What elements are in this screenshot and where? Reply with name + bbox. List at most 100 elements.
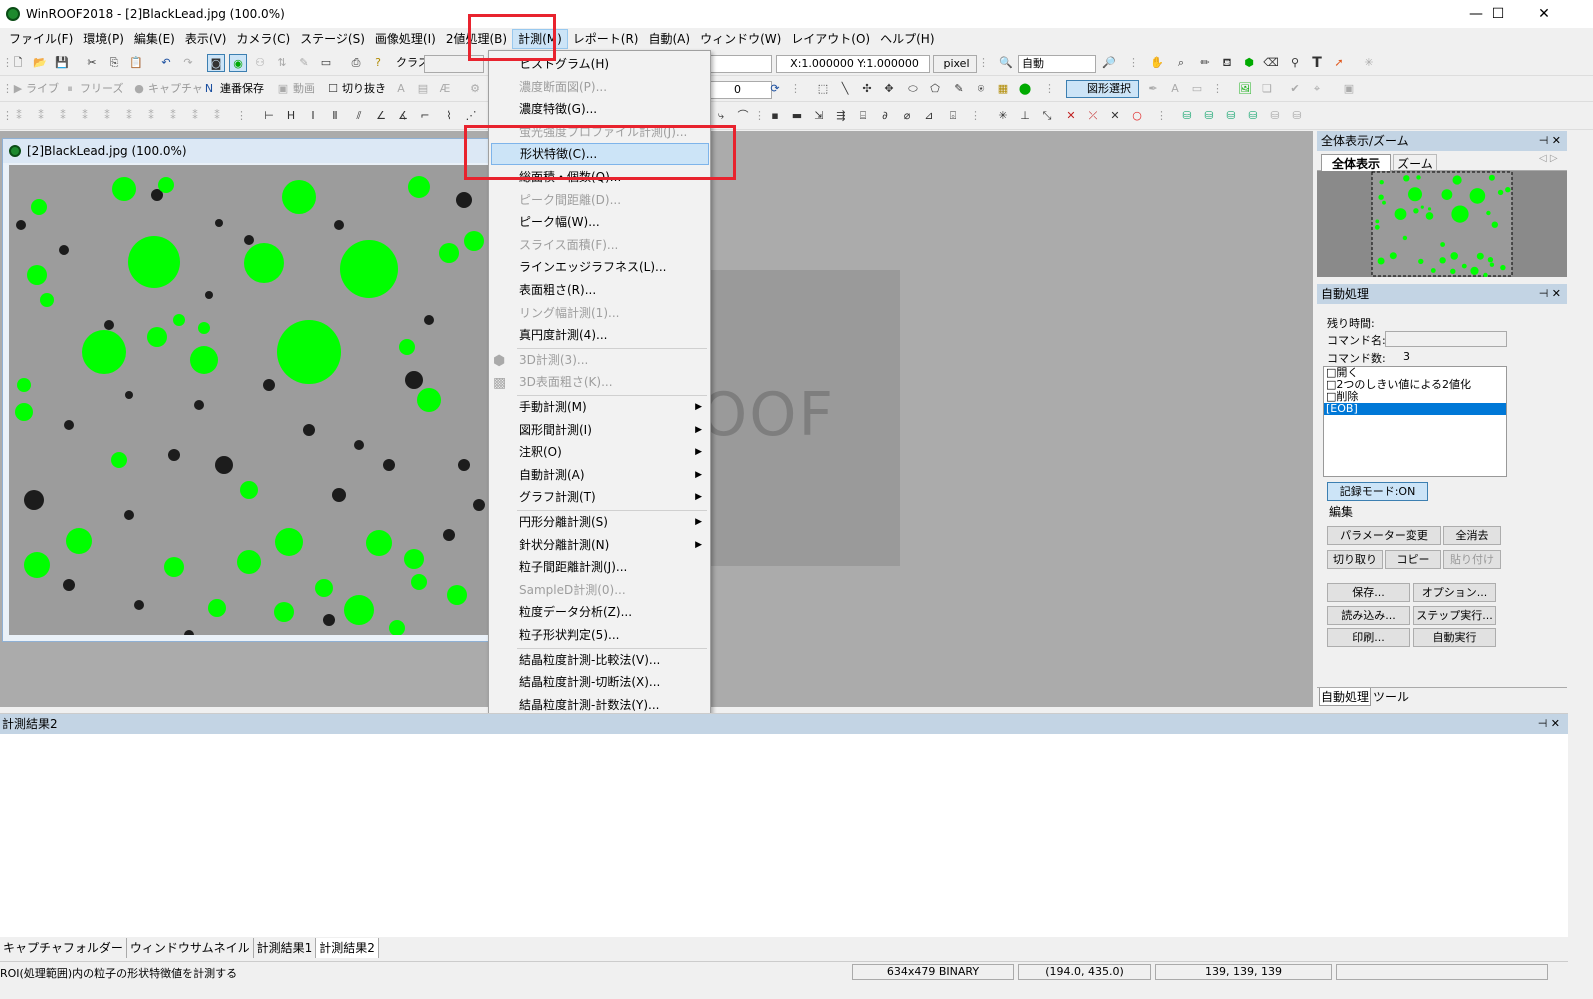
menu-item-13[interactable]: ヘルプ(H) [875, 29, 939, 49]
analyze-4-icon[interactable]: ⛁ [1244, 107, 1262, 125]
hand-icon[interactable]: ✋ [1148, 54, 1166, 72]
measure-curve-icon[interactable]: ⌒ [734, 107, 752, 125]
cross-icon[interactable]: ✣ [858, 80, 876, 98]
measure-menu-item-27[interactable]: 結晶粒度計測-切断法(X)... [489, 671, 710, 693]
ellipse-icon[interactable]: ⬭ [904, 80, 922, 98]
measure-menu-item-14[interactable]: 3D表面粗さ(K)... [489, 371, 710, 393]
measure-menu-item-18[interactable]: 自動計測(A) ▶ [489, 464, 710, 486]
command-list-item[interactable]: [EOB] [1324, 403, 1506, 415]
bottom-tab-2[interactable]: 計測結果1 [254, 938, 317, 958]
freeze-button[interactable]: フリーズ [80, 80, 123, 98]
eraser-icon[interactable]: ⌫ [1262, 54, 1280, 72]
auto-run-button[interactable]: 自動実行 [1413, 628, 1496, 647]
text-box-icon[interactable]: ▤ [414, 80, 432, 98]
save-button[interactable]: 保存... [1327, 583, 1410, 602]
measure-menu-item-17[interactable]: 注釈(O) ▶ [489, 441, 710, 463]
measure-menu-item-1[interactable]: 濃度断面図(P)... [489, 76, 710, 98]
mark-cross-icon[interactable]: ✕ [1106, 107, 1124, 125]
green-eraser-icon[interactable]: ⬢ [1240, 54, 1258, 72]
binary-op-1-icon[interactable]: ⁑ [10, 107, 28, 125]
measure-h-icon[interactable]: H [282, 107, 300, 125]
annot-9-icon[interactable]: ⌻ [944, 107, 962, 125]
measure-menu-item-19[interactable]: グラフ計測(T) ▶ [489, 486, 710, 508]
mark-perp-icon[interactable]: ⊥ [1016, 107, 1034, 125]
tab-zoom[interactable]: ズーム [1393, 154, 1437, 171]
menu-item-0[interactable]: ファイル(F) [4, 29, 78, 49]
paste-icon[interactable]: 📋 [127, 54, 145, 72]
measure-menu-item-21[interactable]: 針状分離計測(N) ▶ [489, 534, 710, 556]
blob-icon[interactable]: ⬤ [1016, 80, 1034, 98]
menu-item-9[interactable]: レポート(R) [568, 29, 644, 49]
measure-line-icon[interactable]: ⊢ [260, 107, 278, 125]
shape-select-button[interactable]: 図形選択 [1066, 80, 1139, 98]
draw-text-icon[interactable]: A [1166, 80, 1184, 98]
mark-circle-icon[interactable]: ○ [1128, 107, 1146, 125]
option-button[interactable]: オプション... [1413, 583, 1496, 602]
edit-image-icon[interactable]: ✎ [295, 54, 313, 72]
binary-op-9-icon[interactable]: ⁑ [186, 107, 204, 125]
clear-all-button[interactable]: 全消去 [1443, 526, 1501, 545]
binary-op-10-icon[interactable]: ⁑ [208, 107, 226, 125]
measure-menu-item-7[interactable]: ピーク幅(W)... [489, 211, 710, 233]
class-value-select[interactable] [710, 55, 772, 73]
zoom-select[interactable]: 自動 [1018, 55, 1096, 73]
view-mode-1-icon[interactable]: ◙ [207, 54, 225, 72]
paste-button[interactable]: 貼り付け [1443, 550, 1501, 569]
undo-icon[interactable]: ↶ [157, 54, 175, 72]
zoom-out-icon[interactable]: 🔎 [1100, 54, 1118, 72]
layers-icon[interactable]: ❏ [1258, 80, 1276, 98]
print-button[interactable]: 印刷... [1327, 628, 1410, 647]
param-change-button[interactable]: パラメーター変更 [1327, 526, 1441, 545]
menu-item-6[interactable]: 画像処理(I) [370, 29, 441, 49]
annot-1-icon[interactable]: ▪ [766, 107, 784, 125]
command-list[interactable]: □開く □2つのしきい値による2値化 □削除 [EOB] [1323, 366, 1507, 477]
overview-thumbnail[interactable] [1371, 171, 1513, 277]
image-canvas[interactable] [9, 165, 491, 635]
seq-save-button[interactable]: 連番保存 [220, 80, 264, 98]
binary-op-6-icon[interactable]: ⁑ [120, 107, 138, 125]
maximize-button[interactable]: ☐ [1475, 0, 1521, 28]
apply-icon[interactable]: ⟳ [766, 80, 784, 98]
measure-menu-item-2[interactable]: 濃度特徴(G)... [489, 98, 710, 120]
new-file-icon[interactable]: 🗋 [9, 54, 27, 72]
annot-5-icon[interactable]: ⌸ [854, 107, 872, 125]
measure-menu-item-15[interactable]: 手動計測(M) ▶ [489, 396, 710, 418]
copy-icon[interactable]: ⎘ [105, 54, 123, 72]
measure-i-icon[interactable]: I [304, 107, 322, 125]
measure-menu-item-12[interactable]: 真円度計測(4)... [489, 324, 710, 346]
freehand-icon[interactable]: ✎ [950, 80, 968, 98]
measure-menu-item-11[interactable]: リング幅計測(1)... [489, 302, 710, 324]
annot-7-icon[interactable]: ⌀ [898, 107, 916, 125]
window-icon[interactable]: ▣ [1340, 80, 1358, 98]
panel-pin-close-icon[interactable]: ⊣ ✕ [1539, 131, 1561, 151]
binary-image[interactable] [9, 165, 491, 635]
binary-op-3-icon[interactable]: ⁑ [54, 107, 72, 125]
magic-icon[interactable]: ⍟ [972, 80, 990, 98]
line-icon[interactable]: ╲ [836, 80, 854, 98]
analyze-2-icon[interactable]: ⛁ [1200, 107, 1218, 125]
redo-icon[interactable]: ↷ [179, 54, 197, 72]
measure-hatch-icon[interactable]: ⫽ [350, 107, 368, 125]
capture-button[interactable]: キャプチャ [148, 80, 203, 98]
mark-link-icon[interactable]: ⤫ [1084, 107, 1102, 125]
analyze-1-icon[interactable]: ⛁ [1178, 107, 1196, 125]
image-window[interactable]: [2]BlackLead.jpg (100.0%) [2, 138, 491, 642]
mark-x-icon[interactable]: ✕ [1062, 107, 1080, 125]
overlay-icon[interactable]: ⚇ [251, 54, 269, 72]
scale-field[interactable]: X:1.000000 Y:1.000000 [776, 55, 930, 73]
analyze-5-icon[interactable]: ⛁ [1266, 107, 1284, 125]
pen-icon[interactable]: ✏ [1196, 54, 1214, 72]
measure-menu-item-20[interactable]: 円形分離計測(S) ▶ [489, 511, 710, 533]
cut-button[interactable]: 切り取り [1327, 550, 1383, 569]
measure-menu-item-25[interactable]: 粒子形状判定(5)... [489, 624, 710, 646]
measure-zigzag-icon[interactable]: ⌇ [440, 107, 458, 125]
measure-angle2-icon[interactable]: ∡ [394, 107, 412, 125]
close-button[interactable]: ✕ [1521, 0, 1567, 28]
measure-menu-item-13[interactable]: 3D計測(3)... [489, 349, 710, 371]
eyedropper-icon[interactable]: ⚲ [1286, 54, 1304, 72]
menu-item-11[interactable]: ウィンドウ(W) [695, 29, 786, 49]
menu-item-4[interactable]: カメラ(C) [231, 29, 295, 49]
measure-menu-item-8[interactable]: スライス面積(F)... [489, 234, 710, 256]
mark-star-icon[interactable]: ✳ [994, 107, 1012, 125]
view-mode-2-icon[interactable]: ◉ [229, 54, 247, 72]
